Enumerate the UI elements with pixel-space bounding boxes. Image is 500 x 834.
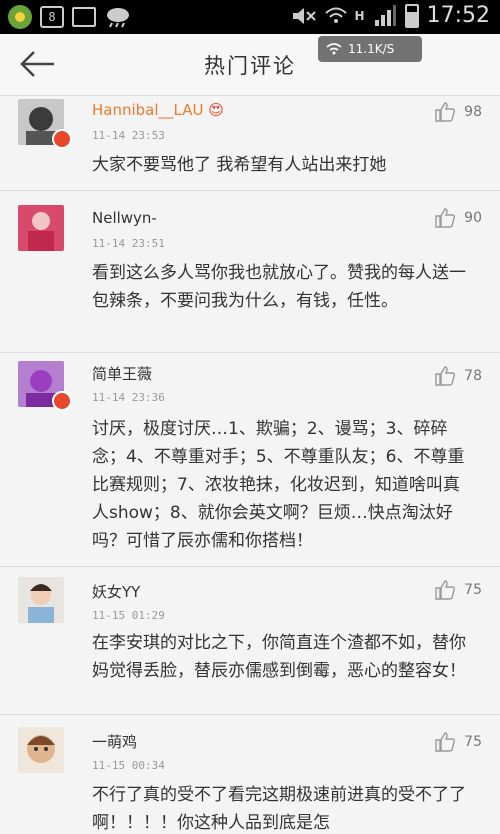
like-count: 90 xyxy=(464,210,482,226)
like-button[interactable]: 78 xyxy=(434,365,482,387)
like-count: 75 xyxy=(464,582,482,598)
signal-icon xyxy=(374,4,396,26)
avatar[interactable] xyxy=(18,205,64,251)
comment-time: 11-14 23:51 xyxy=(92,237,165,250)
comment-time: 11-14 23:53 xyxy=(92,129,165,142)
app-icon xyxy=(8,5,32,29)
comment-author-name[interactable]: 简单王薇 xyxy=(92,363,152,384)
thumbs-up-icon xyxy=(435,732,456,752)
like-count: 78 xyxy=(464,368,482,384)
comment-text: 讨厌，极度讨厌…1、欺骗；2、谩骂；3、碎碎念；4、不尊重对手；5、不尊重队友；… xyxy=(92,419,465,551)
comment-text: 不行了真的受不了看完这期极速前进真的受不了了啊！！！！你这种人品到底是怎 xyxy=(92,785,466,833)
network-speed-indicator: 11.1K/S xyxy=(318,36,422,62)
comment-author-name[interactable]: 妖女YY xyxy=(92,581,140,602)
comment-author-name: Hannibal__LAU xyxy=(92,101,204,119)
emoji-icon: 😍 xyxy=(208,101,224,119)
weather-icon xyxy=(107,8,129,28)
battery-icon xyxy=(404,3,419,28)
avatar[interactable] xyxy=(18,727,64,773)
mute-icon xyxy=(292,7,316,24)
network-type: H xyxy=(354,8,365,23)
like-button[interactable]: 98 xyxy=(434,101,482,123)
comment-time: 11-15 00:34 xyxy=(92,759,165,772)
comment-item: 一萌鸡 11-15 00:34 75 不行了真的受不了看完这期极速前进真的受不了… xyxy=(0,715,500,834)
wifi-icon xyxy=(326,43,342,55)
comment-author-name[interactable]: Nellwyn- xyxy=(92,209,157,227)
avatar[interactable] xyxy=(18,577,64,623)
thumbs-up-icon xyxy=(435,580,456,600)
thumbs-up-icon xyxy=(435,208,456,228)
comment-text: 在李安琪的对比之下，你简直连个渣都不如，替你妈觉得丢脸，替辰亦儒感到倒霉，恶心的… xyxy=(92,633,466,681)
like-count: 75 xyxy=(464,734,482,750)
comment-list[interactable]: Hannibal__LAU 😍 11-14 23:53 98 大家不要骂他了 我… xyxy=(0,97,500,834)
thumbs-up-icon xyxy=(435,102,456,122)
like-button[interactable]: 75 xyxy=(434,579,482,601)
notification-badge: 8 xyxy=(40,6,64,28)
comment-item: Hannibal__LAU 😍 11-14 23:53 98 大家不要骂他了 我… xyxy=(0,97,500,191)
page-title: 热门评论 xyxy=(204,54,296,78)
like-count: 98 xyxy=(464,104,482,120)
comment-author-name[interactable]: 一萌鸡 xyxy=(92,731,137,752)
app-header: 热门评论 11.1K/S xyxy=(0,34,500,96)
thumbs-up-icon xyxy=(435,366,456,386)
wifi-icon xyxy=(324,7,347,23)
comment-item: 简单王薇 11-14 23:36 78 讨厌，极度讨厌…1、欺骗；2、谩骂；3、… xyxy=(0,353,500,567)
image-icon xyxy=(72,7,96,27)
comment-item: 妖女YY 11-15 01:29 75 在李安琪的对比之下，你简直连个渣都不如，… xyxy=(0,567,500,715)
comment-item: Nellwyn- 11-14 23:51 90 看到这么多人骂你我也就放心了。赞… xyxy=(0,191,500,353)
status-bar: 8 H 17:52 xyxy=(0,0,500,34)
like-button[interactable]: 90 xyxy=(434,207,482,229)
comment-text: 看到这么多人骂你我也就放心了。赞我的每人送一包辣条，不要问我为什么，有钱，任性。 xyxy=(92,263,466,311)
verified-badge-icon xyxy=(52,129,72,149)
comment-author[interactable]: Hannibal__LAU 😍 xyxy=(92,101,224,119)
clock: 17:52 xyxy=(426,3,490,28)
like-button[interactable]: 75 xyxy=(434,731,482,753)
verified-badge-icon xyxy=(52,391,72,411)
comment-text: 大家不要骂他了 我希望有人站出来打她 xyxy=(92,155,387,175)
comment-time: 11-14 23:36 xyxy=(92,391,165,404)
network-speed: 11.1K/S xyxy=(348,42,395,56)
comment-time: 11-15 01:29 xyxy=(92,609,165,622)
